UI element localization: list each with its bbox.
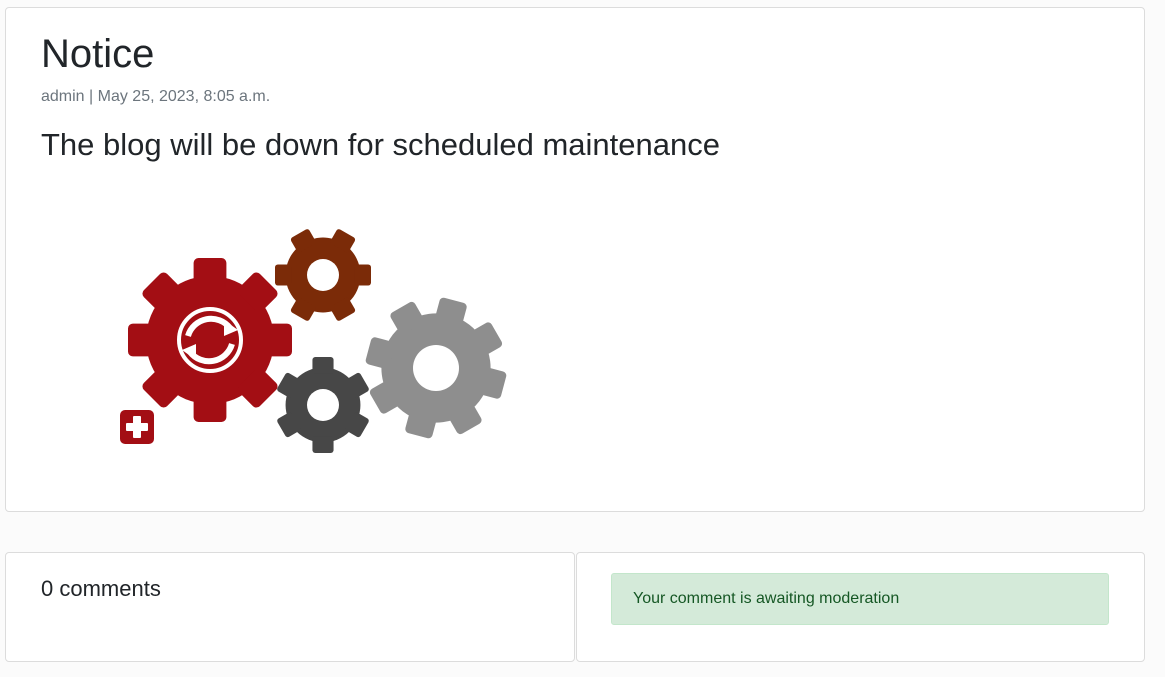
- post-title: Notice: [41, 32, 155, 76]
- red-plus-icon: [120, 410, 154, 444]
- post-card: Notice admin | May 25, 2023, 8:05 a.m. T…: [5, 7, 1145, 512]
- comment-form-card: Your comment is awaiting moderation: [576, 552, 1145, 662]
- maintenance-gears-image: [120, 220, 514, 454]
- moderation-alert: Your comment is awaiting moderation: [611, 573, 1109, 625]
- large-red-gear-icon: [128, 258, 292, 422]
- post-meta: admin | May 25, 2023, 8:05 a.m.: [41, 88, 271, 105]
- comments-count: 0 comments: [41, 576, 161, 601]
- comments-card: 0 comments: [5, 552, 575, 662]
- post-body: The blog will be down for scheduled main…: [41, 127, 720, 162]
